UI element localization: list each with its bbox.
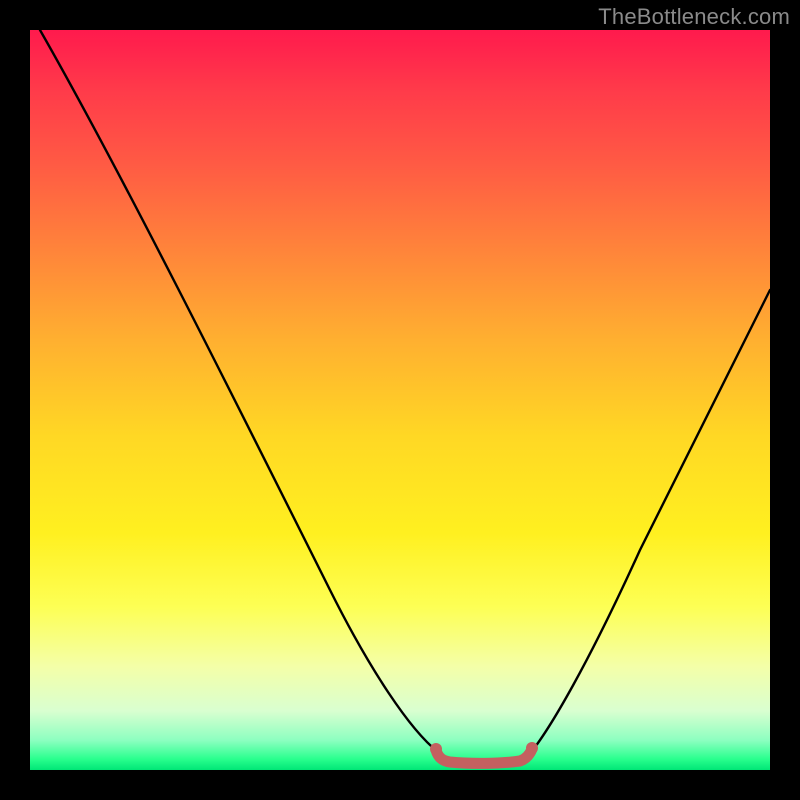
bottleneck-curve: [30, 30, 770, 770]
chart-frame: TheBottleneck.com: [0, 0, 800, 800]
watermark-text: TheBottleneck.com: [598, 4, 790, 30]
valley-accent: [436, 749, 532, 763]
curve-path: [40, 30, 770, 761]
valley-start-dot: [430, 743, 442, 755]
valley-end-dot: [526, 742, 538, 754]
plot-area: [30, 30, 770, 770]
